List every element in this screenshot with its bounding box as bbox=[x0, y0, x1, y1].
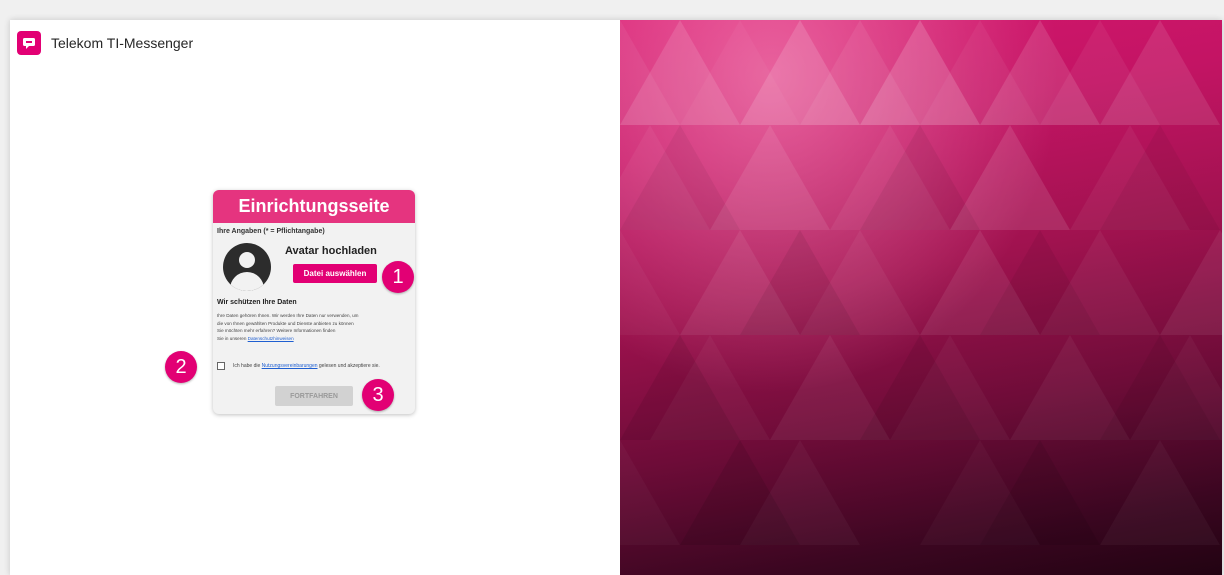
left-pane: Telekom TI-Messenger Einrichtungsseite I… bbox=[10, 20, 620, 575]
privacy-link-line: Sie in unseren Datenschutzhinweisen bbox=[217, 335, 411, 343]
privacy-policy-link[interactable]: Datenschutzhinweisen bbox=[248, 336, 294, 341]
terms-row: Ich habe die Nutzungsvereinbarungen gele… bbox=[217, 362, 380, 370]
telekom-chat-logo-icon bbox=[17, 31, 41, 55]
step-marker-1: 1 bbox=[382, 261, 414, 293]
privacy-link-prefix: Sie in unseren bbox=[217, 335, 247, 341]
continue-button[interactable]: FORTFAHREN bbox=[275, 386, 353, 406]
step-marker-2: 2 bbox=[165, 351, 197, 383]
privacy-line: Ihre Daten gehören Ihnen. Wir werden Ihr… bbox=[217, 313, 359, 318]
step-marker-3: 3 bbox=[362, 379, 394, 411]
privacy-text: Ihre Daten gehören Ihnen. Wir werden Ihr… bbox=[213, 306, 415, 342]
privacy-line: die von Ihnen gewählten Produkte und Die… bbox=[217, 320, 354, 326]
section-label: Ihre Angaben (* = Pflichtangabe) bbox=[217, 228, 325, 235]
choose-file-button[interactable]: Datei auswählen bbox=[293, 264, 377, 283]
privacy-heading: Wir schützen Ihre Daten bbox=[217, 299, 297, 306]
terms-prefix: Ich habe die bbox=[233, 363, 261, 369]
card-title: Einrichtungsseite bbox=[213, 190, 415, 223]
terms-checkbox[interactable] bbox=[217, 362, 225, 370]
app-title: Telekom TI-Messenger bbox=[51, 35, 194, 51]
app-header: Telekom TI-Messenger bbox=[17, 31, 193, 55]
terms-suffix: gelesen und akzeptiere sie. bbox=[318, 363, 380, 369]
decorative-background-pane bbox=[620, 20, 1222, 575]
triangle-pattern bbox=[620, 20, 1222, 545]
avatar-placeholder-icon bbox=[223, 243, 271, 291]
privacy-line: Sie möchten mehr erfahren? Weitere Infor… bbox=[217, 328, 336, 334]
avatar-upload-title: Avatar hochladen bbox=[285, 245, 377, 257]
app-window: Telekom TI-Messenger Einrichtungsseite I… bbox=[10, 20, 1222, 575]
terms-link[interactable]: Nutzungsvereinbarungen bbox=[262, 363, 318, 369]
